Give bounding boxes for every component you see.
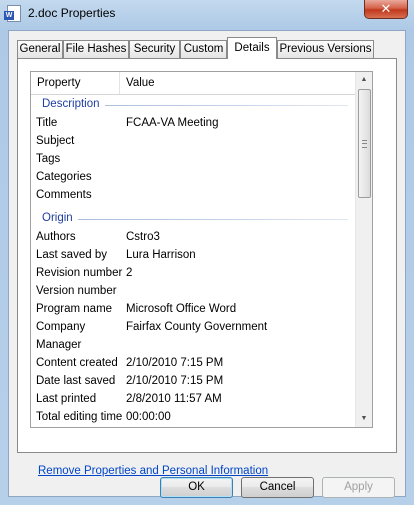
scroll-up-arrow-icon[interactable]: ▲ bbox=[356, 72, 372, 88]
group-description: Description bbox=[31, 96, 358, 114]
title-bar[interactable]: 2.doc Properties ✕ bbox=[0, 0, 414, 30]
scroll-down-arrow-icon[interactable]: ▼ bbox=[356, 411, 372, 427]
list-item[interactable]: Categories bbox=[31, 168, 358, 186]
properties-dialog: 2.doc Properties ✕ General File Hashes S… bbox=[0, 0, 414, 505]
property-name: Content created bbox=[36, 357, 118, 369]
property-name: Date last saved bbox=[36, 375, 116, 387]
property-name: Categories bbox=[36, 171, 92, 183]
list-item[interactable]: Date last saved 2/10/2010 7:15 PM bbox=[31, 372, 358, 390]
property-name: Last saved by bbox=[36, 249, 107, 261]
property-name: Revision number bbox=[36, 267, 123, 279]
list-item[interactable]: Title FCAA-VA Meeting bbox=[31, 114, 358, 132]
property-name: Total editing time bbox=[36, 411, 123, 423]
list-header: Property Value bbox=[31, 72, 358, 95]
group-label: Origin bbox=[42, 212, 78, 224]
property-name: Company bbox=[36, 321, 86, 333]
list-item[interactable]: Subject bbox=[31, 132, 358, 150]
list-body: Description Title FCAA-VA Meeting Subjec… bbox=[31, 94, 358, 427]
list-item[interactable]: Manager bbox=[31, 336, 358, 354]
list-item[interactable]: Comments bbox=[31, 186, 358, 204]
grip-icon bbox=[362, 140, 367, 148]
scroll-thumb[interactable] bbox=[358, 89, 371, 198]
tab-general[interactable]: General bbox=[17, 40, 63, 58]
list-item[interactable]: Content created 2/10/2010 7:15 PM bbox=[31, 354, 358, 372]
property-name: Tags bbox=[36, 153, 61, 165]
property-value: FCAA-VA Meeting bbox=[126, 117, 219, 129]
window-title: 2.doc Properties bbox=[28, 6, 116, 20]
property-value: 2/10/2010 7:15 PM bbox=[126, 375, 224, 387]
property-name: Program name bbox=[36, 303, 113, 315]
close-button[interactable]: ✕ bbox=[364, 0, 408, 19]
tab-previous-versions[interactable]: Previous Versions bbox=[277, 40, 374, 58]
vertical-scrollbar[interactable]: ▲ ▼ bbox=[355, 72, 372, 427]
list-item[interactable]: Total editing time 00:00:00 bbox=[31, 408, 358, 426]
list-item[interactable]: Revision number 2 bbox=[31, 264, 358, 282]
remove-properties-link[interactable]: Remove Properties and Personal Informati… bbox=[38, 465, 268, 477]
property-value: 2/10/2010 7:15 PM bbox=[126, 357, 224, 369]
tab-security[interactable]: Security bbox=[129, 40, 180, 58]
property-name: Last printed bbox=[36, 393, 97, 405]
list-item[interactable]: Version number bbox=[31, 282, 358, 300]
list-item[interactable]: Program name Microsoft Office Word bbox=[31, 300, 358, 318]
property-value: Fairfax County Government bbox=[126, 321, 268, 333]
property-name: Title bbox=[36, 117, 58, 129]
tab-file-hashes[interactable]: File Hashes bbox=[63, 40, 129, 58]
tab-details[interactable]: Details bbox=[227, 37, 277, 59]
details-panel: Property Value Description Title FCAA-VA… bbox=[17, 58, 397, 477]
tab-custom[interactable]: Custom bbox=[180, 40, 227, 58]
apply-button[interactable]: Apply bbox=[322, 477, 395, 498]
list-item[interactable]: Tags bbox=[31, 150, 358, 168]
property-name: Version number bbox=[36, 285, 117, 297]
dialog-body: General File Hashes Security Custom Deta… bbox=[8, 30, 406, 498]
property-name: Manager bbox=[36, 339, 82, 351]
column-header-value[interactable]: Value bbox=[120, 72, 358, 94]
word-document-icon bbox=[4, 5, 21, 22]
group-label: Description bbox=[42, 98, 105, 110]
cancel-button[interactable]: Cancel bbox=[241, 477, 314, 498]
property-value: 00:00:00 bbox=[126, 411, 171, 423]
ok-button[interactable]: OK bbox=[160, 477, 233, 498]
list-item[interactable]: Authors Cstro3 bbox=[31, 228, 358, 246]
list-item[interactable]: Last saved by Lura Harrison bbox=[31, 246, 358, 264]
property-value: Microsoft Office Word bbox=[126, 303, 237, 315]
property-name: Authors bbox=[36, 231, 76, 243]
group-divider bbox=[42, 219, 348, 220]
property-value: 2/8/2010 11:57 AM bbox=[126, 393, 222, 405]
group-origin: Origin bbox=[31, 210, 358, 228]
properties-list[interactable]: Property Value Description Title FCAA-VA… bbox=[30, 71, 373, 428]
property-value: Lura Harrison bbox=[126, 249, 196, 261]
property-value: 2 bbox=[126, 267, 133, 279]
list-item[interactable]: Last printed 2/8/2010 11:57 AM bbox=[31, 390, 358, 408]
list-item[interactable]: Company Fairfax County Government bbox=[31, 318, 358, 336]
property-name: Comments bbox=[36, 189, 92, 201]
property-value: Cstro3 bbox=[126, 231, 160, 243]
property-name: Subject bbox=[36, 135, 75, 147]
column-header-property[interactable]: Property bbox=[31, 72, 120, 94]
